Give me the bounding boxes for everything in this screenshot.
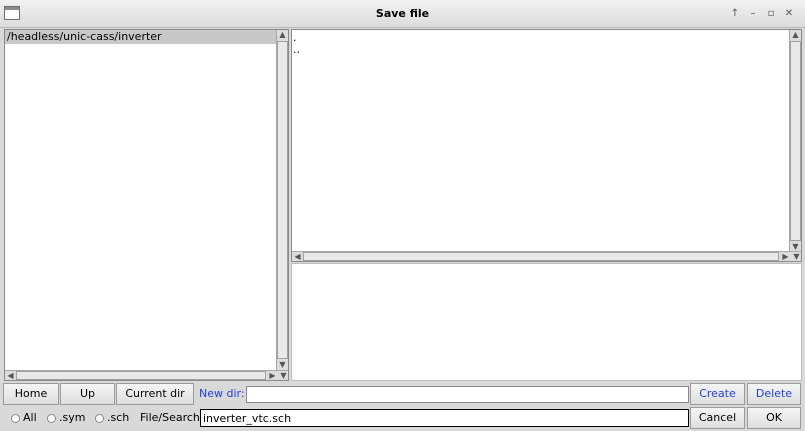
scroll-down-icon[interactable]: ▼ xyxy=(278,371,288,380)
current-dir-button[interactable]: Current dir xyxy=(116,383,194,405)
file-list[interactable]: . .. ▲ ▼ ◀ ▶ ▼ xyxy=(291,29,802,262)
scroll-thumb[interactable] xyxy=(16,371,266,380)
scroll-right-icon[interactable]: ▶ xyxy=(780,252,791,261)
close-icon[interactable]: ✕ xyxy=(781,7,797,21)
filter-all-label: All xyxy=(23,411,37,424)
scroll-left-icon[interactable]: ◀ xyxy=(292,252,303,261)
scroll-down-icon[interactable]: ▼ xyxy=(791,252,801,261)
new-dir-input[interactable] xyxy=(246,386,689,403)
scroll-thumb[interactable] xyxy=(303,252,779,261)
scroll-thumb[interactable] xyxy=(790,41,801,241)
delete-button[interactable]: Delete xyxy=(747,383,801,405)
scroll-thumb[interactable] xyxy=(277,41,288,359)
scroll-up-icon[interactable]: ▲ xyxy=(277,30,288,40)
create-button[interactable]: Create xyxy=(690,383,745,405)
filter-all-radio[interactable] xyxy=(11,414,20,423)
directory-item[interactable]: /headless/unic-cass/inverter xyxy=(5,30,277,44)
minimize-icon[interactable]: – xyxy=(745,7,761,21)
filter-sym-label: .sym xyxy=(59,411,86,424)
filter-sch-label: .sch xyxy=(107,411,130,424)
file-vertical-scrollbar[interactable]: ▲ ▼ xyxy=(789,30,801,252)
shade-icon[interactable]: ↑ xyxy=(727,7,743,21)
scroll-up-icon[interactable]: ▲ xyxy=(790,30,801,40)
file-search-label: File/Search: xyxy=(140,411,204,424)
scroll-right-icon[interactable]: ▶ xyxy=(267,371,278,380)
maximize-icon[interactable]: ▫ xyxy=(763,7,779,21)
cancel-button[interactable]: Cancel xyxy=(690,407,745,429)
scroll-down-icon[interactable]: ▼ xyxy=(277,360,288,370)
window-title: Save file xyxy=(375,7,430,20)
up-button[interactable]: Up xyxy=(60,383,115,405)
directory-list[interactable]: /headless/unic-cass/inverter ▲ ▼ ◀ ▶ ▼ xyxy=(4,29,289,381)
directory-horizontal-scrollbar[interactable]: ◀ ▶ ▼ xyxy=(5,370,288,380)
title-bar: Save file ↑ – ▫ ✕ xyxy=(0,0,805,28)
ok-button[interactable]: OK xyxy=(747,407,801,429)
new-dir-label: New dir: xyxy=(199,387,245,400)
filter-sch-radio[interactable] xyxy=(95,414,104,423)
scroll-left-icon[interactable]: ◀ xyxy=(5,371,16,380)
file-horizontal-scrollbar[interactable]: ◀ ▶ ▼ xyxy=(292,251,801,261)
filter-sym-radio[interactable] xyxy=(47,414,56,423)
home-button[interactable]: Home xyxy=(3,383,59,405)
window-controls: ↑ – ▫ ✕ xyxy=(727,7,797,21)
file-item[interactable]: .. xyxy=(292,44,300,56)
preview-area xyxy=(291,263,802,381)
directory-vertical-scrollbar[interactable]: ▲ ▼ xyxy=(276,30,288,370)
file-search-input[interactable] xyxy=(200,409,689,427)
